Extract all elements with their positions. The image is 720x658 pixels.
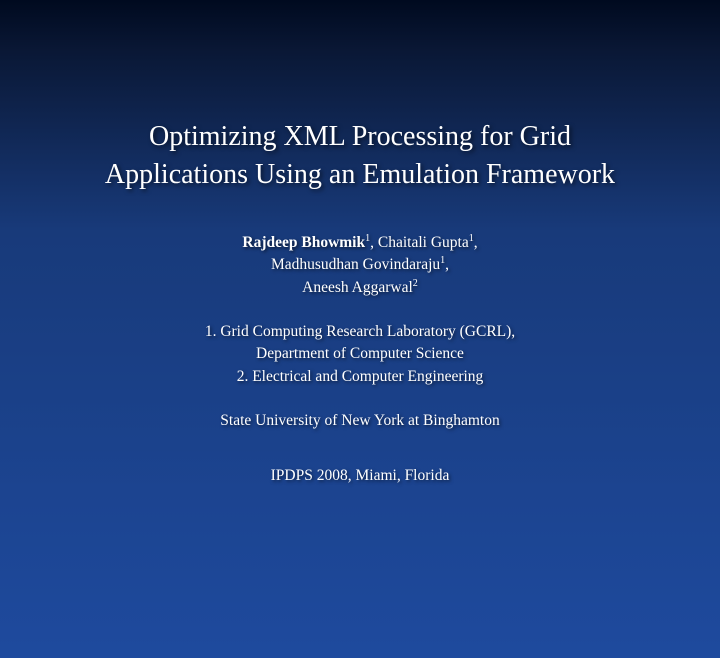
author-2: , Chaitali Gupta [370, 234, 469, 251]
authors-block: Rajdeep Bhowmik1, Chaitali Gupta1, Madhu… [0, 232, 720, 299]
author-3: Madhusudhan Govindaraju [271, 256, 440, 273]
author-2-tail: , [474, 234, 478, 251]
author-4: Aneesh Aggarwal [302, 279, 413, 296]
university: State University of New York at Binghamt… [0, 410, 720, 432]
slide-title: Optimizing XML Processing for Grid Appli… [0, 118, 720, 194]
author-3-tail: , [445, 256, 449, 273]
author-4-sup: 2 [413, 277, 418, 288]
author-1: Rajdeep Bhowmik [242, 234, 365, 251]
affiliation-2: 2. Electrical and Computer Engineering [237, 368, 484, 385]
venue: IPDPS 2008, Miami, Florida [0, 465, 720, 487]
title-line-1: Optimizing XML Processing for Grid [149, 121, 571, 152]
affiliations-block: 1. Grid Computing Research Laboratory (G… [0, 321, 720, 388]
slide-content: Rajdeep Bhowmik1, Chaitali Gupta1, Madhu… [0, 232, 720, 488]
affiliation-1: 1. Grid Computing Research Laboratory (G… [205, 323, 515, 340]
title-line-2: Applications Using an Emulation Framewor… [105, 159, 615, 190]
affiliation-1b: Department of Computer Science [256, 345, 464, 362]
